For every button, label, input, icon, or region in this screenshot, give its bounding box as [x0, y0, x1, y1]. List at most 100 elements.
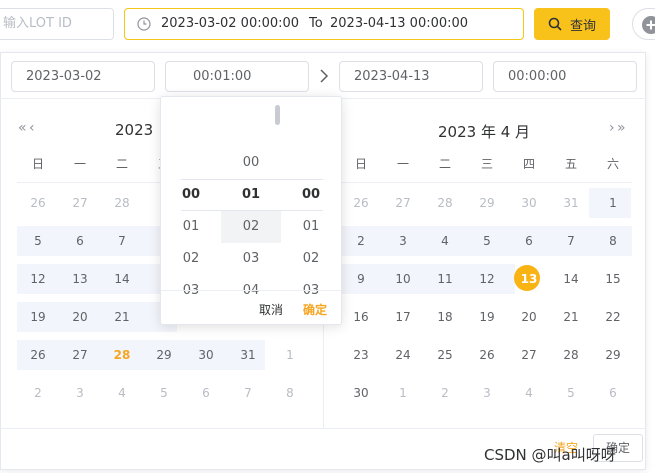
- start-time-input[interactable]: 00:01:00: [165, 61, 309, 92]
- day-cell[interactable]: 2: [17, 378, 59, 408]
- day-cell[interactable]: 28: [424, 188, 466, 218]
- day-cell[interactable]: 26: [17, 188, 59, 218]
- day-cell[interactable]: 9: [340, 264, 382, 294]
- day-cell[interactable]: 21: [101, 302, 143, 332]
- day-cell[interactable]: 20: [508, 302, 550, 332]
- day-cell[interactable]: 28: [550, 340, 592, 370]
- day-cell[interactable]: 27: [508, 340, 550, 370]
- day-cell[interactable]: 4: [508, 378, 550, 408]
- day-cell[interactable]: 11: [424, 264, 466, 294]
- next-month-year-icon[interactable]: › »: [609, 120, 626, 136]
- lot-id-input[interactable]: 输入LOT ID: [0, 8, 114, 40]
- day-cell[interactable]: 12: [17, 264, 59, 294]
- day-cell[interactable]: 13: [59, 264, 101, 294]
- spinner-cancel-button[interactable]: 取消: [259, 301, 283, 318]
- left-calendar-title: 2023: [115, 121, 154, 139]
- day-cell[interactable]: 14: [550, 264, 592, 294]
- day-cell[interactable]: 8: [592, 226, 634, 256]
- minute-option[interactable]: 02: [221, 219, 281, 234]
- day-cell[interactable]: 5: [17, 226, 59, 256]
- search-button[interactable]: 查询: [534, 8, 610, 40]
- second-option[interactable]: 00: [281, 187, 341, 202]
- day-cell[interactable]: 22: [592, 302, 634, 332]
- day-cell[interactable]: 7: [227, 378, 269, 408]
- weekday-label: 三: [480, 157, 493, 171]
- minute-option[interactable]: 03: [221, 251, 281, 266]
- day-cell[interactable]: 25: [424, 340, 466, 370]
- day-cell[interactable]: 15: [592, 264, 634, 294]
- spinner-ok-button[interactable]: 确定: [303, 301, 327, 318]
- day-cell[interactable]: 23: [340, 340, 382, 370]
- day-cell[interactable]: 8: [269, 378, 311, 408]
- search-icon: [548, 17, 562, 31]
- day-cell[interactable]: 6: [59, 226, 101, 256]
- day-cell[interactable]: 6: [592, 378, 634, 408]
- day-cell[interactable]: 3: [466, 378, 508, 408]
- day-cell[interactable]: 26: [17, 340, 59, 370]
- day-cell[interactable]: 5: [466, 226, 508, 256]
- second-option[interactable]: 02: [281, 251, 341, 266]
- day-cell[interactable]: 26: [340, 188, 382, 218]
- range-start-text: 2023-03-02 00:00:00: [161, 16, 300, 31]
- day-cell[interactable]: 30: [508, 188, 550, 218]
- day-cell[interactable]: 6: [185, 378, 227, 408]
- day-cell[interactable]: 17: [382, 302, 424, 332]
- day-cell[interactable]: 18: [424, 302, 466, 332]
- weekday-label: 二: [438, 157, 451, 171]
- chevron-right-icon: [320, 69, 329, 83]
- day-cell[interactable]: 30: [185, 340, 227, 370]
- day-cell[interactable]: 16: [340, 302, 382, 332]
- day-cell[interactable]: 13: [508, 264, 550, 294]
- day-cell[interactable]: 3: [59, 378, 101, 408]
- day-cell[interactable]: 7: [550, 226, 592, 256]
- day-cell[interactable]: 4: [424, 226, 466, 256]
- day-cell[interactable]: 27: [382, 188, 424, 218]
- day-cell[interactable]: 2: [424, 378, 466, 408]
- day-cell[interactable]: 1: [592, 188, 634, 218]
- day-cell[interactable]: 1: [382, 378, 424, 408]
- footer-divider: [0, 428, 646, 429]
- end-time-input[interactable]: 00:00:00: [493, 61, 637, 92]
- weekday-label: 一: [396, 157, 409, 171]
- hour-option[interactable]: 01: [161, 219, 221, 234]
- day-cell[interactable]: 21: [550, 302, 592, 332]
- day-cell[interactable]: 28: [101, 340, 143, 370]
- prev-year-month-icon[interactable]: « ‹: [18, 120, 35, 136]
- add-button[interactable]: [632, 8, 655, 40]
- day-cell[interactable]: 20: [59, 302, 101, 332]
- day-cell[interactable]: 29: [466, 188, 508, 218]
- day-cell[interactable]: 14: [101, 264, 143, 294]
- day-cell[interactable]: 26: [466, 340, 508, 370]
- day-cell[interactable]: 3: [382, 226, 424, 256]
- day-cell[interactable]: 7: [101, 226, 143, 256]
- day-cell[interactable]: 27: [59, 340, 101, 370]
- hour-option[interactable]: 02: [161, 251, 221, 266]
- second-option[interactable]: 01: [281, 219, 341, 234]
- day-cell[interactable]: 5: [143, 378, 185, 408]
- day-cell[interactable]: 27: [59, 188, 101, 218]
- day-cell[interactable]: 6: [508, 226, 550, 256]
- day-cell[interactable]: 29: [143, 340, 185, 370]
- day-cell[interactable]: 19: [17, 302, 59, 332]
- start-date-input[interactable]: 2023-03-02: [11, 61, 155, 92]
- day-cell[interactable]: 19: [466, 302, 508, 332]
- day-cell[interactable]: 2: [340, 226, 382, 256]
- day-cell[interactable]: 31: [550, 188, 592, 218]
- day-cell[interactable]: 30: [340, 378, 382, 408]
- day-cell[interactable]: 28: [101, 188, 143, 218]
- day-cell[interactable]: 24: [382, 340, 424, 370]
- day-cell[interactable]: 31: [227, 340, 269, 370]
- day-cell[interactable]: 10: [382, 264, 424, 294]
- hour-option[interactable]: 00: [161, 187, 221, 202]
- day-cell[interactable]: 5: [550, 378, 592, 408]
- spinner-scrollbar[interactable]: [275, 105, 280, 125]
- date-range-input[interactable]: 2023-03-02 00:00:00 To 2023-04-13 00:00:…: [124, 8, 524, 40]
- day-cell[interactable]: 29: [592, 340, 634, 370]
- search-button-label: 查询: [570, 19, 597, 34]
- spinner-top-value[interactable]: 00: [221, 155, 281, 170]
- day-cell[interactable]: 12: [466, 264, 508, 294]
- minute-option[interactable]: 01: [221, 187, 281, 202]
- day-cell[interactable]: 4: [101, 378, 143, 408]
- day-cell[interactable]: 1: [269, 340, 311, 370]
- end-date-input[interactable]: 2023-04-13: [339, 61, 483, 92]
